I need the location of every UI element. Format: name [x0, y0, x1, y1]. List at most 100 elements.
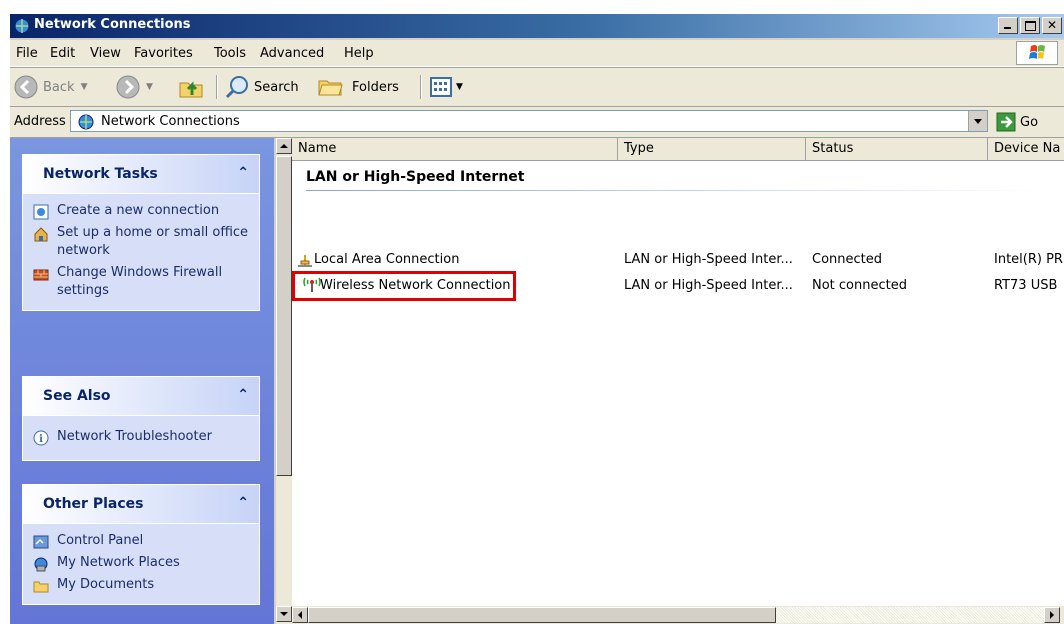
go-button[interactable]: Go [996, 111, 1038, 133]
place-label: My Network Places [57, 555, 180, 570]
task-firewall-settings[interactable]: Change Windows Firewall settings [23, 262, 259, 302]
group-divider [306, 190, 1046, 191]
scroll-up-button[interactable] [276, 138, 292, 154]
panel-title: Network Tasks [43, 166, 158, 182]
task-label: Set up a home or small office network [57, 225, 249, 258]
address-bar: Address Network Connections Go [10, 107, 1064, 138]
folders-label: Folders [352, 79, 399, 95]
views-icon [430, 77, 452, 97]
toolbar-separator [216, 75, 218, 99]
firewall-icon [33, 269, 49, 281]
menu-tools[interactable]: Tools [214, 46, 246, 61]
scroll-left-button[interactable] [292, 607, 308, 623]
network-connections-icon [78, 114, 94, 130]
scroll-thumb[interactable] [276, 156, 292, 476]
scroll-down-button[interactable] [276, 606, 292, 622]
menu-help[interactable]: Help [344, 46, 374, 61]
menu-edit[interactable]: Edit [50, 46, 75, 61]
address-input[interactable]: Network Connections [70, 110, 988, 132]
maximize-button[interactable] [1020, 17, 1040, 34]
column-status[interactable]: Status [806, 138, 988, 160]
windows-logo-icon [1016, 41, 1058, 65]
go-label: Go [1020, 114, 1039, 130]
forward-arrow-icon [116, 75, 140, 99]
search-icon [225, 76, 248, 99]
connection-device: RT73 USB [994, 278, 1058, 293]
list-item-local-area-connection[interactable]: Local Area Connection LAN or High-Speed … [292, 249, 1064, 271]
go-arrow-icon [996, 112, 1016, 132]
task-create-connection[interactable]: Create a new connection [23, 200, 259, 222]
control-panel-icon [33, 535, 49, 549]
network-connections-icon [14, 18, 30, 34]
place-control-panel[interactable]: Control Panel [23, 530, 259, 552]
panel-title: See Also [43, 388, 111, 404]
place-my-network-places[interactable]: My Network Places [23, 552, 259, 574]
search-button[interactable]: Search [224, 74, 299, 100]
toolbar-separator [420, 75, 422, 99]
place-my-documents[interactable]: My Documents [23, 574, 259, 596]
network-tasks-header[interactable]: Network Tasks ⌃ [22, 154, 260, 194]
up-folder-icon [179, 81, 203, 98]
task-network-troubleshooter[interactable]: i Network Troubleshooter [23, 426, 259, 448]
network-tasks-panel: Network Tasks ⌃ Create a new connection … [22, 154, 260, 311]
address-dropdown-button[interactable] [968, 111, 987, 131]
forward-dropdown-icon[interactable]: ▼ [146, 82, 153, 92]
back-arrow-icon [14, 75, 38, 99]
column-name[interactable]: Name [292, 138, 618, 160]
folders-icon [318, 80, 343, 96]
back-dropdown-icon[interactable]: ▼ [81, 82, 88, 92]
address-label: Address [14, 114, 66, 129]
down-arrow-icon [280, 612, 288, 616]
column-type[interactable]: Type [618, 138, 806, 160]
left-arrow-icon [298, 611, 302, 619]
horizontal-scrollbar[interactable] [292, 606, 1064, 624]
menu-advanced[interactable]: Advanced [260, 46, 324, 61]
standard-toolbar: Back ▼ ▼ Search Folders ▼ [10, 67, 1064, 107]
new-connection-icon [33, 204, 49, 220]
minimize-button[interactable] [998, 17, 1018, 34]
other-places-header[interactable]: Other Places ⌃ [22, 484, 260, 524]
collapse-chevron-icon[interactable]: ⌃ [237, 165, 249, 181]
menu-view[interactable]: View [90, 46, 121, 61]
place-label: Control Panel [57, 533, 144, 548]
lan-connection-icon [298, 255, 312, 267]
task-home-network[interactable]: Set up a home or small office network [23, 222, 259, 262]
horizontal-scroll-track[interactable] [776, 607, 1044, 623]
horizontal-scroll-thumb[interactable] [308, 607, 776, 623]
up-folder-button[interactable] [178, 74, 204, 100]
documents-folder-icon [33, 581, 49, 593]
collapse-chevron-icon[interactable]: ⌃ [237, 495, 249, 511]
address-value: Network Connections [101, 114, 240, 129]
connection-status: Not connected [812, 278, 907, 293]
group-heading: LAN or High-Speed Internet [306, 169, 525, 185]
menu-file[interactable]: File [16, 46, 38, 61]
scroll-right-button[interactable] [1044, 607, 1060, 623]
search-label: Search [254, 79, 299, 95]
task-pane-scrollbar[interactable] [276, 138, 292, 624]
title-bar[interactable]: Network Connections ✕ [10, 14, 1064, 38]
explorer-window: Network Connections ✕ File Edit View Fav… [10, 14, 1064, 624]
column-header-bar: Name Type Status Device Na [292, 138, 1064, 161]
collapse-chevron-icon[interactable]: ⌃ [237, 387, 249, 403]
highlight-box [292, 271, 516, 301]
right-arrow-icon [1050, 611, 1054, 619]
folders-button[interactable]: Folders [316, 74, 399, 100]
close-button[interactable]: ✕ [1042, 17, 1062, 34]
network-places-icon [34, 557, 48, 572]
connections-list: Name Type Status Device Na LAN or High-S… [292, 138, 1064, 624]
connection-type: LAN or High-Speed Inter... [624, 278, 793, 293]
menu-favorites[interactable]: Favorites [134, 46, 193, 61]
task-label: Change Windows Firewall settings [57, 265, 223, 298]
info-icon: i [33, 430, 49, 446]
column-device-name[interactable]: Device Na [988, 138, 1064, 160]
task-label: Network Troubleshooter [57, 429, 212, 444]
connection-type: LAN or High-Speed Inter... [624, 252, 793, 267]
back-button[interactable]: Back ▼ [14, 74, 87, 100]
connection-name: Local Area Connection [314, 252, 460, 267]
panel-title: Other Places [43, 496, 144, 512]
views-dropdown-icon[interactable]: ▼ [456, 82, 463, 92]
forward-button[interactable]: ▼ [116, 74, 153, 100]
views-button[interactable]: ▼ [428, 74, 463, 100]
see-also-header[interactable]: See Also ⌃ [22, 376, 260, 416]
menu-bar: File Edit View Favorites Tools Advanced … [10, 40, 1064, 67]
